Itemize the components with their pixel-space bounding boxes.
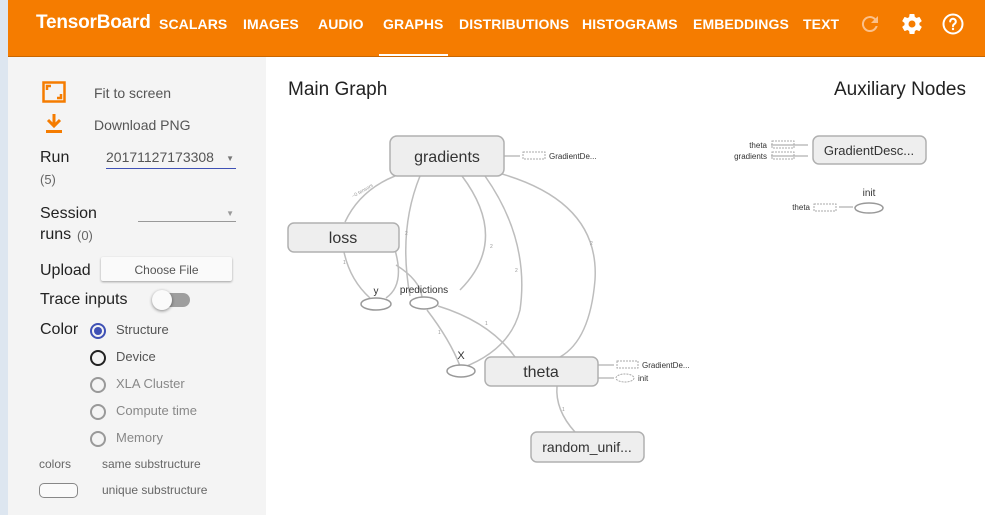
- node-gradients[interactable]: gradients: [389, 135, 505, 177]
- edge-predictions-theta: [437, 305, 516, 358]
- aux-init-node[interactable]: init theta: [792, 188, 884, 214]
- ref-label: GradientDe...: [642, 361, 690, 370]
- node-random-uniform[interactable]: random_unif...: [530, 431, 645, 463]
- node-label: theta: [523, 364, 559, 381]
- edge-aux-inputs: [771, 144, 808, 157]
- ref-ellipse: [615, 373, 635, 383]
- node-predictions[interactable]: predictions: [400, 285, 448, 310]
- edge-label: 1: [562, 407, 565, 413]
- node-label: gradients: [414, 149, 480, 166]
- aux-input-label: gradients: [734, 152, 767, 161]
- node-label: init: [863, 188, 876, 199]
- gradients-ref-node[interactable]: GradientDe...: [522, 151, 597, 161]
- node-label: random_unif...: [542, 439, 632, 455]
- node-ellipse: [854, 202, 884, 214]
- aux-input-label: theta: [792, 203, 810, 212]
- edge-theta-refs: [598, 364, 614, 379]
- edge-gradients-predictions-2: [459, 175, 487, 291]
- edge-predictions-x: [426, 309, 461, 367]
- ref-box: [813, 203, 837, 212]
- edge-label: 2: [405, 231, 408, 237]
- node-x[interactable]: X: [446, 350, 476, 378]
- aux-inputs[interactable]: theta gradients: [734, 140, 795, 161]
- ref-label: GradientDe...: [549, 152, 597, 161]
- node-label: predictions: [400, 285, 448, 296]
- edge-label: 2: [490, 244, 493, 250]
- edge-loss-y-2: [343, 251, 371, 299]
- theta-ref-nodes[interactable]: GradientDe... init: [615, 360, 690, 383]
- ref-box: [616, 360, 639, 369]
- node-ellipse: [409, 296, 439, 310]
- edge-label: 1: [343, 260, 346, 266]
- edge-label: 1: [438, 330, 441, 336]
- edge-gradients-theta: [494, 171, 596, 358]
- ref-box: [522, 151, 546, 160]
- node-ellipse: [360, 297, 392, 311]
- aux-gradient-descent-node[interactable]: GradientDesc...: [812, 135, 927, 165]
- ref-label: init: [638, 374, 649, 383]
- edge-label: 2: [590, 241, 593, 247]
- aux-input-label: theta: [749, 141, 767, 150]
- edge-loss-y: [385, 249, 400, 299]
- node-label: GradientDesc...: [824, 143, 914, 158]
- node-ellipse: [446, 364, 476, 378]
- node-label: loss: [329, 230, 357, 247]
- node-theta[interactable]: theta: [484, 356, 599, 387]
- edge-label: 2: [515, 268, 518, 274]
- node-label: y: [374, 286, 379, 297]
- node-loss[interactable]: loss: [287, 222, 400, 253]
- node-label: X: [457, 350, 465, 362]
- edge-gradients-x: [461, 175, 523, 369]
- graph-canvas[interactable]: ~0 tensors 2 2 2 2 1 1 1 1 gradients Gra…: [0, 0, 985, 515]
- edge-theta-random: [556, 385, 576, 433]
- edge-label: 1: [485, 321, 488, 327]
